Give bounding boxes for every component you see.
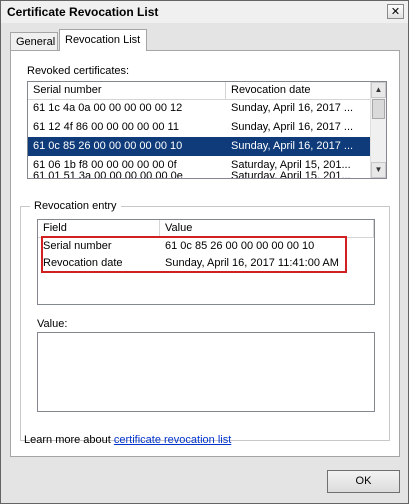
- tab-general[interactable]: General: [10, 32, 58, 50]
- ok-button[interactable]: OK: [327, 470, 400, 493]
- revocation-date-cell: Sunday, April 16, 2017 ...: [231, 140, 354, 152]
- table-row-selected[interactable]: 61 0c 85 26 00 00 00 00 00 10 Sunday, Ap…: [28, 137, 371, 156]
- tab-revocation-list-label: Revocation List: [65, 34, 141, 46]
- serial-number-cell: 61 01 51 3a 00 00 00 00 00 0e: [33, 171, 183, 179]
- revocation-date-cell: Sunday, April 16, 2017 ...: [231, 121, 354, 133]
- close-button[interactable]: ✕: [387, 4, 404, 19]
- column-header-value[interactable]: Value: [160, 220, 374, 237]
- value-text-area[interactable]: [37, 332, 375, 412]
- scroll-thumb[interactable]: [372, 99, 385, 119]
- up-arrow-icon: ▲: [374, 85, 383, 94]
- column-header-revocation-date-label: Revocation date: [231, 84, 311, 96]
- serial-number-cell: 61 0c 85 26 00 00 00 00 00 10: [33, 140, 183, 152]
- column-header-value-label: Value: [165, 222, 193, 234]
- column-header-field-label: Field: [43, 222, 67, 234]
- value-label: Value:: [37, 318, 68, 330]
- serial-number-cell: 61 1c 4a 0a 00 00 00 00 00 12: [33, 102, 183, 114]
- column-header-serial-number[interactable]: Serial number: [28, 82, 226, 99]
- column-header-serial-number-label: Serial number: [33, 84, 102, 96]
- table-row[interactable]: 61 1c 4a 0a 00 00 00 00 00 12 Sunday, Ap…: [28, 99, 371, 118]
- revoked-certificates-label: Revoked certificates:: [27, 65, 130, 77]
- table-row[interactable]: 61 01 51 3a 00 00 00 00 00 0e Saturday, …: [28, 171, 371, 179]
- window-title: Certificate Revocation List: [7, 5, 159, 19]
- column-header-revocation-date[interactable]: Revocation date: [226, 82, 371, 99]
- highlight-annotation: [41, 236, 347, 273]
- serial-number-cell: 61 12 4f 86 00 00 00 00 00 11: [33, 121, 179, 133]
- tab-revocation-list[interactable]: Revocation List: [59, 29, 147, 51]
- down-arrow-icon: ▼: [374, 165, 383, 174]
- certificate-revocation-list-link[interactable]: certificate revocation list: [114, 434, 231, 446]
- revocation-date-cell: Saturday, April 15, 201...: [231, 171, 351, 179]
- close-icon: ✕: [390, 6, 401, 18]
- ok-button-label: OK: [355, 475, 372, 487]
- scroll-down-button[interactable]: ▼: [371, 162, 386, 178]
- list-header: Serial number Revocation date: [28, 82, 371, 100]
- table-row[interactable]: 61 12 4f 86 00 00 00 00 00 11 Sunday, Ap…: [28, 118, 371, 137]
- column-header-field[interactable]: Field: [38, 220, 160, 237]
- list-scrollbar[interactable]: ▲ ▼: [370, 82, 386, 178]
- revocation-date-cell: Sunday, April 16, 2017 ...: [231, 102, 354, 114]
- scroll-up-button[interactable]: ▲: [371, 82, 386, 98]
- title-bar: Certificate Revocation List ✕: [1, 1, 408, 23]
- revocation-entry-label: Revocation entry: [30, 200, 121, 212]
- revoked-certificates-list[interactable]: Serial number Revocation date 61 1c 4a 0…: [27, 81, 387, 179]
- tab-general-label: General: [16, 36, 56, 48]
- dialog-window: Certificate Revocation List ✕ General Re…: [0, 0, 409, 504]
- learn-more-prefix: Learn more about: [24, 434, 114, 446]
- learn-more-text: Learn more about certificate revocation …: [24, 434, 231, 446]
